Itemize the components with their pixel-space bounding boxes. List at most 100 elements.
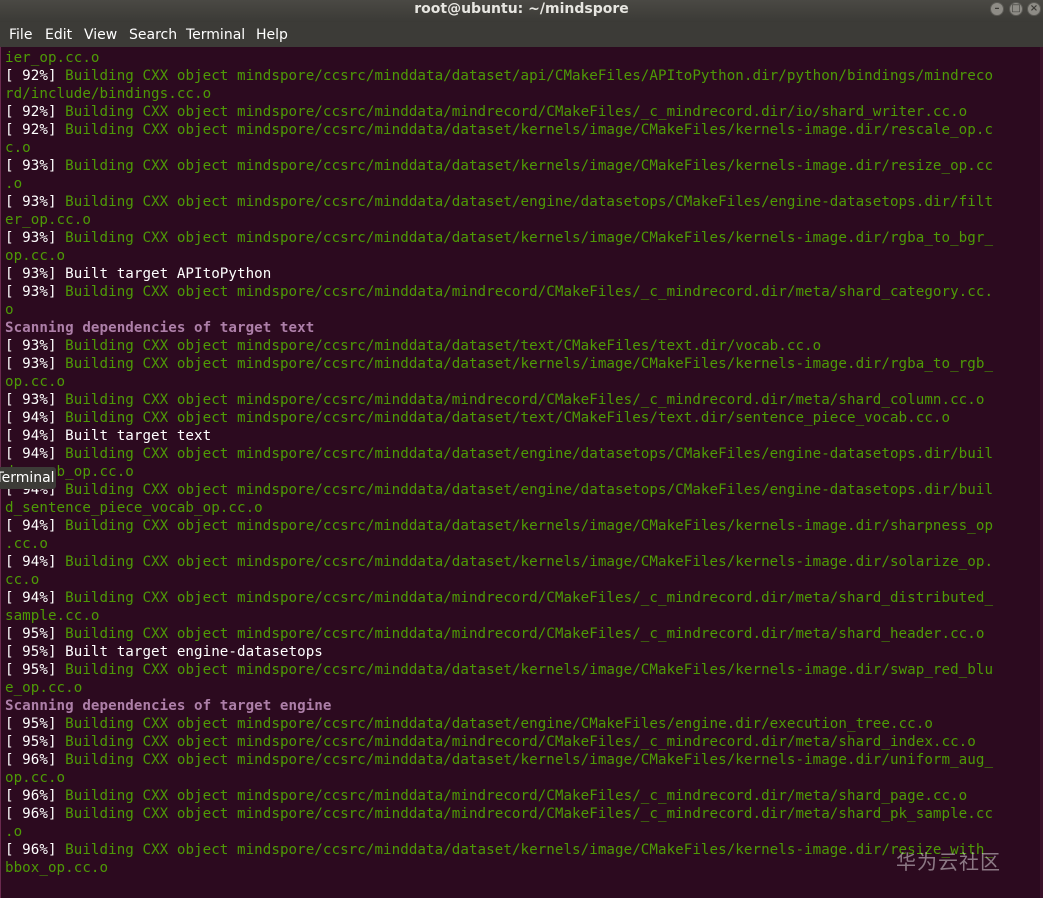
terminal-line: [ 95%] Building CXX object mindspore/ccs… [5, 661, 993, 679]
menu-help[interactable]: Help [256, 22, 288, 47]
terminal-line: op.cc.o [5, 247, 65, 265]
terminal-line: e_op.cc.o [5, 679, 82, 697]
terminal-line-build-text: Building CXX object mindspore/ccsrc/mind… [65, 392, 985, 408]
terminal-line-text: [ 92%] [5, 104, 66, 120]
terminal-line: .o [5, 175, 22, 193]
maximize-icon[interactable]: □ [1009, 2, 1023, 16]
terminal-line: er_op.cc.o [5, 211, 91, 229]
terminal-line-text: [ 93%] [5, 338, 66, 354]
terminal-line-text: .cc.o [5, 536, 48, 552]
terminal-line-text: [ 96%] [5, 842, 66, 858]
terminal-line: [ 93%] Building CXX object mindspore/ccs… [5, 355, 993, 373]
close-icon[interactable]: × [1027, 2, 1041, 16]
terminal-line: [ 92%] Building CXX object mindspore/ccs… [5, 67, 993, 85]
terminal-line: rd/include/bindings.cc.o [5, 85, 211, 103]
terminal-output[interactable]: ier_op.cc.o[ 92%] Building CXX object mi… [0, 47, 1043, 898]
terminal-line-text: op.cc.o [5, 770, 66, 786]
terminal-line-build-text: Building CXX object mindspore/ccsrc/mind… [65, 230, 994, 246]
menu-view[interactable]: View [84, 22, 117, 47]
terminal-line-text: sample.cc.o [5, 608, 100, 624]
terminal-line-text: [ 92%] [5, 68, 66, 84]
terminal-line: op.cc.o [5, 769, 65, 787]
terminal-line: bbox_op.cc.o [5, 859, 108, 877]
terminal-line: [ 95%] Building CXX object mindspore/ccs… [5, 715, 933, 733]
terminal-line-text: [ 94%] [5, 446, 66, 462]
terminal-line-text: Scanning dependencies of target text [5, 320, 315, 336]
terminal-line: [ 95%] Building CXX object mindspore/ccs… [5, 625, 984, 643]
title-bar[interactable]: root@ubuntu: ~/mindspore – □ × [0, 0, 1043, 22]
terminal-line-text: [ 93%] [5, 392, 66, 408]
menu-edit[interactable]: Edit [45, 22, 72, 47]
terminal-line: [ 96%] Building CXX object mindspore/ccs… [5, 841, 993, 859]
terminal-line: [ 94%] Building CXX object mindspore/ccs… [5, 481, 993, 499]
menu-bar: File Edit View Search Terminal Help [0, 22, 1043, 47]
terminal-line: [ 93%] Building CXX object mindspore/ccs… [5, 337, 821, 355]
terminal-line-text: [ 93%] [5, 158, 66, 174]
terminal-line-text: op.cc.o [5, 374, 66, 390]
terminal-line-text: [ 93%] Built target APItoPython [5, 266, 272, 282]
terminal-line-build-text: Building CXX object mindspore/ccsrc/mind… [65, 734, 976, 750]
terminal-line-build-text: Building CXX object mindspore/ccsrc/mind… [65, 662, 994, 678]
terminal-line-text: e_op.cc.o [5, 680, 83, 696]
terminal-line-text: [ 95%] Built target engine-datasetops [5, 644, 323, 660]
terminal-line-text: [ 96%] [5, 788, 66, 804]
terminal-line: [ 96%] Building CXX object mindspore/ccs… [5, 787, 967, 805]
terminal-line-build-text: Building CXX object mindspore/ccsrc/mind… [65, 482, 994, 498]
terminal-tooltip: Terminal [0, 467, 56, 489]
terminal-line-text: Scanning dependencies of target engine [5, 698, 332, 714]
menu-file[interactable]: File [9, 22, 32, 47]
terminal-line-build-text: Building CXX object mindspore/ccsrc/mind… [65, 410, 951, 426]
terminal-line-text: [ 96%] [5, 806, 66, 822]
watermark: 华为云社区 [896, 850, 1001, 874]
terminal-line-build-text: Building CXX object mindspore/ccsrc/mind… [65, 788, 968, 804]
terminal-line-text: [ 95%] [5, 716, 66, 732]
minimize-icon[interactable]: – [990, 2, 1004, 16]
terminal-line-text: [ 95%] [5, 626, 66, 642]
terminal-line-text: [ 94%] [5, 590, 66, 606]
terminal-line-text: [ 94%] [5, 554, 66, 570]
terminal-line-text: rd/include/bindings.cc.o [5, 86, 212, 102]
terminal-line: o [5, 301, 14, 319]
terminal-line: Scanning dependencies of target text [5, 319, 314, 337]
terminal-line: [ 92%] Building CXX object mindspore/ccs… [5, 103, 967, 121]
menu-terminal[interactable]: Terminal [186, 22, 245, 47]
terminal-line-text: [ 96%] [5, 752, 66, 768]
terminal-line-build-text: Building CXX object mindspore/ccsrc/mind… [65, 104, 968, 120]
terminal-line-text: [ 94%] [5, 410, 66, 426]
terminal-line: [ 93%] Building CXX object mindspore/ccs… [5, 229, 993, 247]
terminal-line-text: [ 93%] [5, 194, 66, 210]
terminal-line-build-text: Building CXX object mindspore/ccsrc/mind… [65, 68, 994, 84]
terminal-line-text: [ 93%] [5, 230, 66, 246]
terminal-line-build-text: Building CXX object mindspore/ccsrc/mind… [65, 806, 994, 822]
terminal-line-build-text: Building CXX object mindspore/ccsrc/mind… [65, 284, 994, 300]
menu-search[interactable]: Search [129, 22, 177, 47]
terminal-line-build-text: Building CXX object mindspore/ccsrc/mind… [65, 626, 985, 642]
window-title: root@ubuntu: ~/mindspore [414, 1, 629, 17]
terminal-line-text: c.o [5, 140, 31, 156]
terminal-line-text: [ 94%] [5, 518, 66, 534]
terminal-line: .cc.o [5, 535, 48, 553]
terminal-line: d_sentence_piece_vocab_op.cc.o [5, 499, 263, 517]
terminal-line-build-text: Building CXX object mindspore/ccsrc/mind… [65, 518, 994, 534]
terminal-line: [ 93%] Building CXX object mindspore/ccs… [5, 391, 984, 409]
terminal-line: c.o [5, 139, 31, 157]
terminal-line: [ 92%] Building CXX object mindspore/ccs… [5, 121, 993, 139]
terminal-line-build-text: Building CXX object mindspore/ccsrc/mind… [65, 158, 994, 174]
terminal-line-build-text: Building CXX object mindspore/ccsrc/mind… [65, 842, 994, 858]
terminal-line: [ 94%] Building CXX object mindspore/ccs… [5, 553, 993, 571]
terminal-line-text: [ 93%] [5, 284, 66, 300]
terminal-line-build-text: Building CXX object mindspore/ccsrc/mind… [65, 716, 933, 732]
terminal-line: .o [5, 823, 22, 841]
terminal-line: [ 94%] Built target text [5, 427, 211, 445]
terminal-line-text: cc.o [5, 572, 40, 588]
terminal-line-build-text: Building CXX object mindspore/ccsrc/mind… [65, 122, 994, 138]
terminal-line-text: op.cc.o [5, 248, 66, 264]
terminal-line: cc.o [5, 571, 39, 589]
terminal-line: Scanning dependencies of target engine [5, 697, 331, 715]
terminal-line-build-text: Building CXX object mindspore/ccsrc/mind… [65, 194, 994, 210]
terminal-line-text: .o [5, 824, 23, 840]
terminal-line-text: bbox_op.cc.o [5, 860, 109, 876]
terminal-line: [ 93%] Built target APItoPython [5, 265, 271, 283]
terminal-line: [ 96%] Building CXX object mindspore/ccs… [5, 805, 993, 823]
terminal-line-text: [ 95%] [5, 662, 66, 678]
